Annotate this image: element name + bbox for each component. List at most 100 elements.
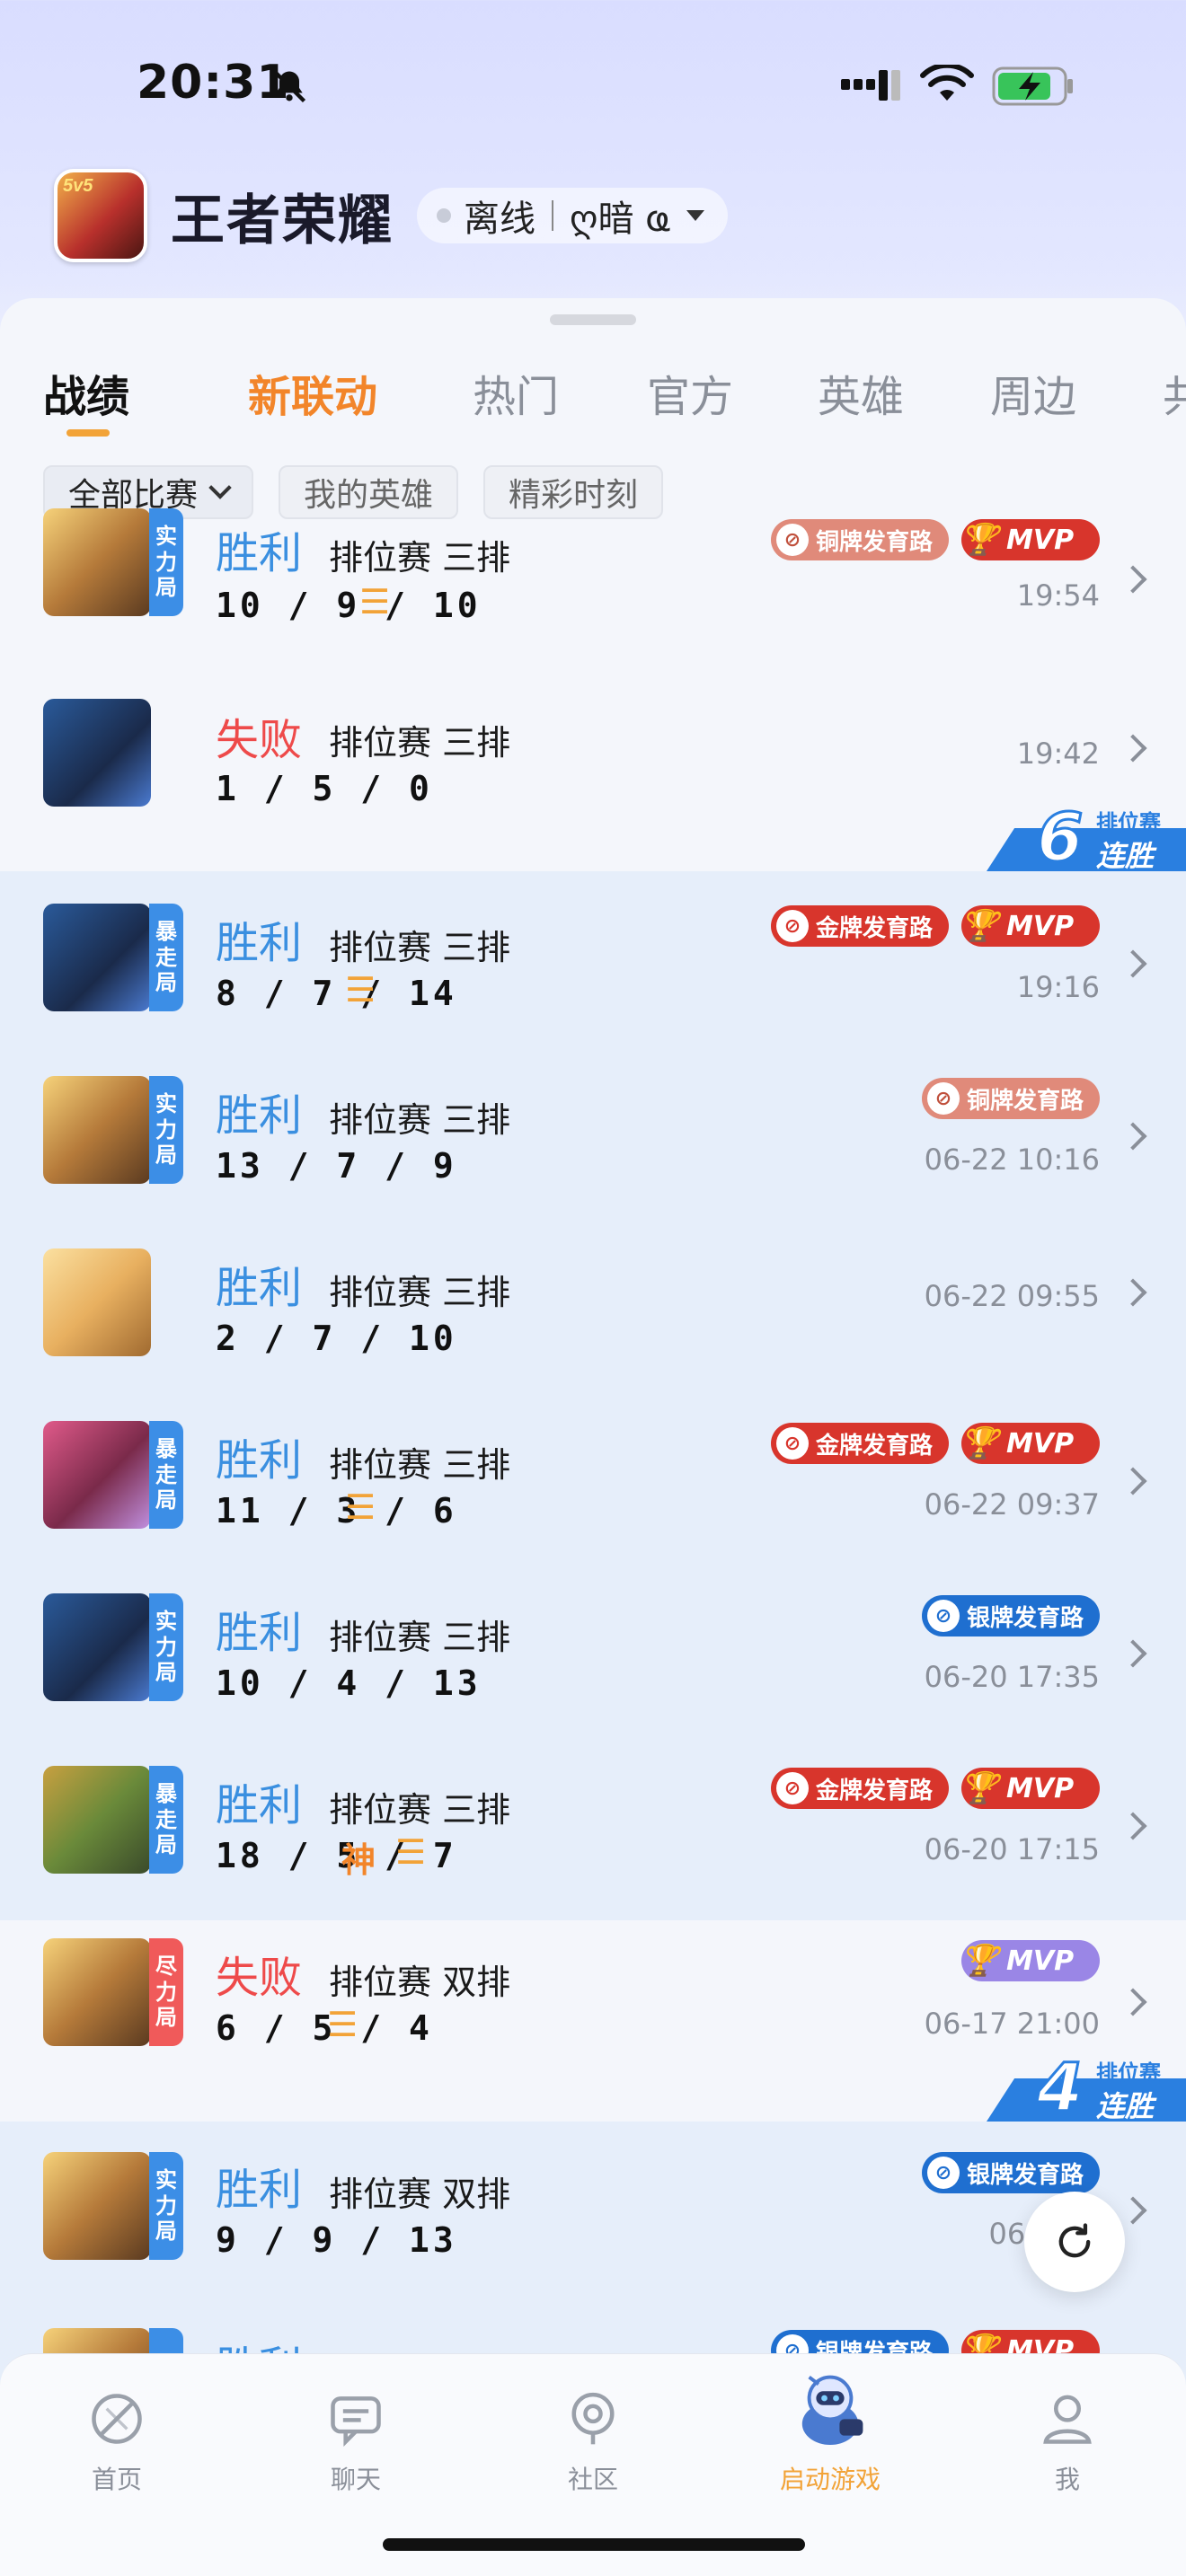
match-mode: 排位赛 三排 (329, 538, 511, 578)
sheet-grabber[interactable] (550, 314, 636, 325)
rank-badge: ⊘银牌发育路 (922, 1595, 1101, 1636)
match-row[interactable]: 胜利 排位赛 三排 2 / 7 / 10 06-22 09:55 (0, 1231, 1186, 1403)
match-row[interactable]: 实力局 胜利 排位赛 三排 13 / 7 / 9 ⊘ 铜牌发育路 06-22 10… (0, 1058, 1186, 1231)
kda: 2 / 7 / 10 (216, 1319, 457, 1358)
wifi-icon (920, 65, 974, 101)
nickname-label: ღ暗 ҩ (570, 198, 670, 240)
tab-more[interactable]: 共 (1163, 361, 1186, 424)
hero-portrait (43, 1248, 151, 1356)
tab-new-collab[interactable]: 新联动 (248, 361, 377, 424)
chevron-right-icon (1119, 565, 1147, 594)
match-quality-tag: 实力局 (149, 1593, 183, 1701)
rank-badge: ⊘ 铜牌发育路 (922, 1078, 1101, 1119)
match-time: 19:42 (1016, 737, 1100, 771)
no-entry-icon: ⊘ (776, 910, 809, 942)
match-quality-tag: 实力局 (149, 1076, 183, 1184)
god-rating-icon: 神 (341, 1840, 376, 1880)
no-entry-icon: ⊘ (776, 1772, 809, 1804)
chevron-right-icon (1119, 734, 1147, 763)
rank-badge: ⊘ 铜牌发育路 (771, 519, 950, 560)
tab-community[interactable]: 社区 (521, 2386, 665, 2496)
caret-down-icon (686, 210, 704, 221)
tab-me[interactable]: 我 (996, 2386, 1139, 2496)
chevron-right-icon (1119, 1467, 1147, 1495)
home-icon (84, 2386, 149, 2451)
win-streak-banner: 6 排位赛 连胜 (987, 798, 1186, 878)
hero-portrait (43, 1421, 151, 1529)
refresh-icon (1058, 2223, 1091, 2258)
trophy-icon: 🏆 (960, 908, 999, 944)
hero-avatar: 尽力局 (43, 1938, 183, 2046)
content-sheet: 战绩 新联动 热门 官方 英雄 周边 共 全部比赛 我的英雄 精彩时刻 实力局 … (0, 298, 1186, 2576)
match-row[interactable]: 实力局 胜利 排位赛 三排 10 / 4 / 13 ⊘ 银牌发育路 06-20 1… (0, 1575, 1186, 1748)
match-time: 06-20 17:35 (924, 1660, 1100, 1694)
launch-game-icon (783, 2363, 877, 2457)
app-logo: 5v5 (54, 169, 147, 262)
match-row[interactable]: 暴走局 胜利 排位赛 三排 8 / 7 / 14 ☰ ⊘ 金牌发育路 🏆 MVP 1… (0, 871, 1186, 1058)
tab-bar-top: 战绩 新联动 热门 官方 英雄 周边 共 (0, 361, 1186, 451)
hero-avatar: 暴走局 (43, 1421, 183, 1529)
chevron-right-icon (1119, 1812, 1147, 1840)
tab-hot[interactable]: 热门 (473, 361, 559, 424)
match-result: 胜利 (216, 918, 303, 968)
match-time: 06-22 09:55 (924, 1279, 1100, 1313)
match-row[interactable]: 实力局 胜利 排位赛 双排 9 / 9 / 13 ⊘银牌发育路 06-17 2 (0, 2122, 1186, 2310)
tier-stripes-icon: ☰ (395, 1832, 427, 1872)
hero-portrait (43, 508, 151, 616)
cellular-signal-icon (841, 70, 900, 101)
kda: 8 / 7 / 14 (216, 974, 457, 1013)
account-status-selector[interactable]: 离线 ღ暗 ҩ (417, 188, 728, 243)
match-row[interactable]: 暴走局 胜利 排位赛 三排 11 / 3 / 6 ☰ ⊘ 金牌发育路 🏆 MVP 0… (0, 1403, 1186, 1575)
tier-stripes-icon: ☰ (345, 1487, 376, 1527)
match-time: 06-22 10:16 (924, 1142, 1100, 1177)
match-row[interactable]: 暴走局 胜利 排位赛 三排 18 / 5 / 7 神 ☰ ⊘ 金牌发育路 🏆 MVP… (0, 1748, 1186, 1920)
refresh-button[interactable] (1024, 2192, 1125, 2292)
match-time: 06-17 21:00 (924, 2007, 1100, 2041)
rank-badge: ⊘银牌发育路 (922, 2152, 1101, 2193)
rank-badge: ⊘ 金牌发育路 (771, 1768, 950, 1809)
trophy-icon: 🏆 (960, 1770, 999, 1806)
mvp-badge: 🏆 MVP (960, 905, 1100, 947)
chevron-right-icon (1119, 2196, 1147, 2225)
hero-portrait (43, 699, 151, 807)
kda: 1 / 5 / 0 (216, 769, 433, 808)
trophy-icon: 🏆 (960, 1425, 999, 1461)
hero-avatar: 实力局 (43, 2152, 183, 2260)
match-row[interactable]: 实力局 胜利 排位赛 三排 10 / 9 / 10 ☰ ⊘ 铜牌发育路 🏆 MVP … (0, 508, 1186, 686)
no-entry-icon: ⊘ (776, 1427, 809, 1460)
match-mode: 排位赛 双排 (329, 1963, 511, 2002)
hero-portrait (43, 1766, 151, 1874)
tab-chat[interactable]: 聊天 (284, 2386, 428, 2496)
tab-heroes[interactable]: 英雄 (818, 361, 904, 424)
match-result: 胜利 (216, 1435, 303, 1486)
streak-count: 4 (1036, 2049, 1084, 2129)
tab-home[interactable]: 首页 (45, 2386, 189, 2496)
highlights-filter[interactable]: 精彩时刻 (483, 465, 664, 519)
kda: 13 / 7 / 9 (216, 1146, 457, 1186)
tab-records[interactable]: 战绩 (43, 361, 129, 424)
mvp-badge: 🏆 MVP (960, 519, 1100, 560)
tab-official[interactable]: 官方 (647, 361, 733, 424)
bell-muted-icon (272, 69, 306, 103)
hero-avatar: 暴走局 (43, 1766, 183, 1874)
chat-icon (323, 2386, 388, 2451)
rank-badge: ⊘ 金牌发育路 (771, 905, 950, 947)
kda: 6 / 5 / 4 (216, 2008, 433, 2048)
match-row[interactable]: 失败 排位赛 三排 1 / 5 / 0 19:42 6 排位赛 连胜 (0, 686, 1186, 878)
match-mode: 排位赛 三排 (329, 723, 511, 763)
kda: 10 / 4 / 13 (216, 1663, 482, 1703)
match-result: 失败 (216, 1953, 303, 2003)
match-quality-tag: 暴走局 (149, 1766, 183, 1874)
tab-merch[interactable]: 周边 (990, 361, 1076, 424)
tier-stripes-icon: ☰ (327, 2005, 358, 2044)
kda: 9 / 9 / 13 (216, 2220, 457, 2260)
match-row[interactable]: 尽力局 失败 排位赛 双排 6 / 5 / 4 ☰ 🏆 MVP 06-17 21:… (0, 1920, 1186, 2129)
my-heroes-filter[interactable]: 我的英雄 (279, 465, 459, 519)
match-time: 06-22 09:37 (924, 1487, 1100, 1522)
hero-portrait (43, 1938, 151, 2046)
match-mode: 排位赛 三排 (329, 928, 511, 967)
hero-avatar: 实力局 (43, 508, 183, 616)
trophy-icon: 🏆 (960, 1943, 999, 1979)
tab-launch-game[interactable]: 启动游戏 (758, 2363, 902, 2496)
presence-dot (437, 208, 451, 223)
